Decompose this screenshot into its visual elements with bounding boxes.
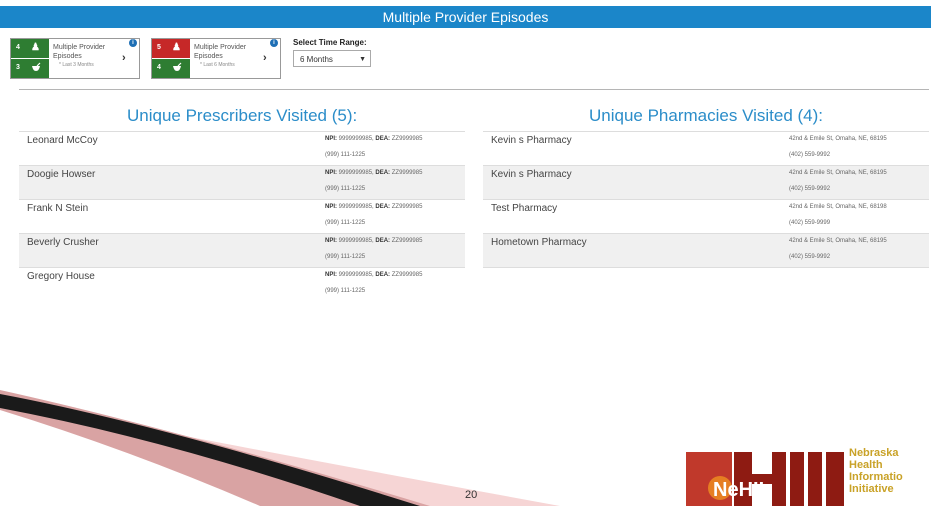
pharmacy-row[interactable]: Hometown Pharmacy 42nd & Emile St, Omaha… (483, 233, 929, 268)
prescriber-name: Leonard McCoy (27, 135, 98, 146)
prescriber-count-badge: 4 ♟ (11, 39, 49, 58)
prescriber-ids: NPI: 9999999985, DEA: ZZ9999985 (325, 238, 422, 244)
prescriber-phone: (999) 111-1225 (325, 288, 366, 294)
prescriber-row[interactable]: Leonard McCoy NPI: 9999999985, DEA: ZZ99… (19, 131, 465, 165)
pharmacy-phone: (402) 559-9992 (789, 152, 831, 158)
chevron-right-icon: › (263, 52, 267, 64)
dea-label: DEA: (375, 136, 391, 142)
pharmacy-address: 42nd & Emile St, Omaha, NE, 68198 (789, 204, 887, 210)
prescriber-ids: NPI: 9999999985, DEA: ZZ9999985 (325, 136, 422, 142)
card-title: Multiple Provider Episodes (53, 44, 106, 60)
pharmacy-address: 42nd & Emile St, Omaha, NE, 68195 (789, 238, 887, 244)
section-divider (19, 89, 929, 90)
page-number: 20 (465, 489, 478, 501)
card-subtitle: * Last 3 Months (59, 62, 94, 68)
card-badges: 5 ♟ 4 (152, 39, 190, 78)
npi-value: 9999999985, (338, 170, 374, 176)
prescriber-name: Beverly Crusher (27, 237, 99, 248)
pharmacy-name: Kevin s Pharmacy (491, 135, 572, 146)
dea-value: ZZ9999985 (391, 136, 423, 142)
prescriber-row[interactable]: Frank N Stein NPI: 9999999985, DEA: ZZ99… (19, 199, 465, 233)
npi-value: 9999999985, (338, 204, 374, 210)
logo-line: Health (849, 459, 883, 471)
prescriber-ids: NPI: 9999999985, DEA: ZZ9999985 (325, 170, 422, 176)
logo-line: Initiative (849, 483, 894, 495)
page-title: Multiple Provider Episodes (382, 9, 549, 25)
chevron-right-icon: › (122, 52, 126, 64)
npi-label: NPI: (325, 170, 337, 176)
prescribers-list: Leonard McCoy NPI: 9999999985, DEA: ZZ99… (19, 131, 465, 301)
dea-label: DEA: (375, 170, 391, 176)
pharmacy-row[interactable]: Kevin s Pharmacy 42nd & Emile St, Omaha,… (483, 165, 929, 199)
dea-value: ZZ9999985 (391, 238, 423, 244)
pharmacy-phone: (402) 559-9992 (789, 254, 831, 260)
prescriber-phone: (999) 111-1225 (325, 186, 366, 192)
prescriber-count: 4 (16, 44, 20, 51)
mortar-pestle-icon (31, 62, 41, 75)
prescriber-count-badge: 5 ♟ (152, 39, 190, 58)
dea-label: DEA: (375, 238, 391, 244)
logo-wordmark: Nebraska Health Informatio Initiative (849, 447, 903, 495)
time-range-label: Select Time Range: (293, 38, 367, 47)
prescriber-phone: (999) 111-1225 (325, 152, 366, 158)
pharmacy-name: Test Pharmacy (491, 203, 558, 214)
dea-label: DEA: (375, 204, 391, 210)
npi-label: NPI: (325, 136, 337, 142)
npi-value: 9999999985, (338, 136, 374, 142)
header-title-bar: Multiple Provider Episodes (0, 6, 931, 28)
logo-letters: NeHII (713, 479, 764, 501)
pharmacy-name: Kevin s Pharmacy (491, 169, 572, 180)
prescriber-name: Frank N Stein (27, 203, 89, 214)
pharmacy-row[interactable]: Test Pharmacy 42nd & Emile St, Omaha, NE… (483, 199, 929, 233)
episodes-card-3-months[interactable]: 4 ♟ 3 Multiple Provider Episodes * Last … (10, 38, 140, 79)
npi-value: 9999999985, (338, 272, 374, 278)
prescriber-ids: NPI: 9999999985, DEA: ZZ9999985 (325, 272, 422, 278)
logo-line: Nebraska (849, 447, 899, 459)
time-range-select[interactable]: 6 Months ▼ (293, 50, 371, 67)
pharmacy-count: 4 (157, 64, 161, 71)
prescriber-ids: NPI: 9999999985, DEA: ZZ9999985 (325, 204, 422, 210)
dea-value: ZZ9999985 (391, 272, 423, 278)
prescriber-row[interactable]: Doogie Howser NPI: 9999999985, DEA: ZZ99… (19, 165, 465, 199)
pharmacies-list: Kevin s Pharmacy 42nd & Emile St, Omaha,… (483, 131, 929, 268)
prescriber-row[interactable]: Beverly Crusher NPI: 9999999985, DEA: ZZ… (19, 233, 465, 267)
prescriber-row[interactable]: Gregory House NPI: 9999999985, DEA: ZZ99… (19, 267, 465, 301)
dea-label: DEA: (375, 272, 391, 278)
pharmacy-row[interactable]: Kevin s Pharmacy 42nd & Emile St, Omaha,… (483, 131, 929, 165)
user-icon: ♟ (31, 42, 40, 53)
pharmacy-address: 42nd & Emile St, Omaha, NE, 68195 (789, 170, 887, 176)
logo-line: Informatio (849, 471, 903, 483)
dea-value: ZZ9999985 (391, 170, 423, 176)
npi-label: NPI: (325, 272, 337, 278)
prescriber-name: Gregory House (27, 271, 95, 282)
npi-label: NPI: (325, 238, 337, 244)
pharmacy-count-badge: 4 (152, 58, 190, 78)
prescriber-phone: (999) 111-1225 (325, 254, 366, 260)
pharmacy-phone: (402) 559-9999 (789, 220, 831, 226)
pharmacy-address: 42nd & Emile St, Omaha, NE, 68195 (789, 136, 887, 142)
pharmacy-phone: (402) 559-9992 (789, 186, 831, 192)
caret-down-icon: ▼ (359, 56, 366, 63)
info-icon[interactable]: i (129, 39, 137, 47)
pharmacy-name: Hometown Pharmacy (491, 237, 587, 248)
prescriber-name: Doogie Howser (27, 169, 96, 180)
mortar-pestle-icon (172, 62, 182, 75)
info-icon[interactable]: i (270, 39, 278, 47)
pharmacy-count-badge: 3 (11, 58, 49, 78)
prescriber-count: 5 (157, 44, 161, 51)
card-badges: 4 ♟ 3 (11, 39, 49, 78)
user-icon: ♟ (172, 42, 181, 53)
pharmacy-count: 3 (16, 64, 20, 71)
nehii-logo-mark: NeHII (686, 452, 844, 506)
card-title: Multiple Provider Episodes (194, 44, 247, 60)
npi-value: 9999999985, (338, 238, 374, 244)
episodes-card-6-months[interactable]: 5 ♟ 4 Multiple Provider Episodes * Last … (151, 38, 281, 79)
time-range-value: 6 Months (300, 55, 333, 64)
prescriber-phone: (999) 111-1225 (325, 220, 366, 226)
pharmacies-heading: Unique Pharmacies Visited (4): (589, 106, 824, 125)
prescribers-heading: Unique Prescribers Visited (5): (127, 106, 358, 125)
card-subtitle: * Last 6 Months (200, 62, 235, 68)
npi-label: NPI: (325, 204, 337, 210)
dea-value: ZZ9999985 (391, 204, 423, 210)
